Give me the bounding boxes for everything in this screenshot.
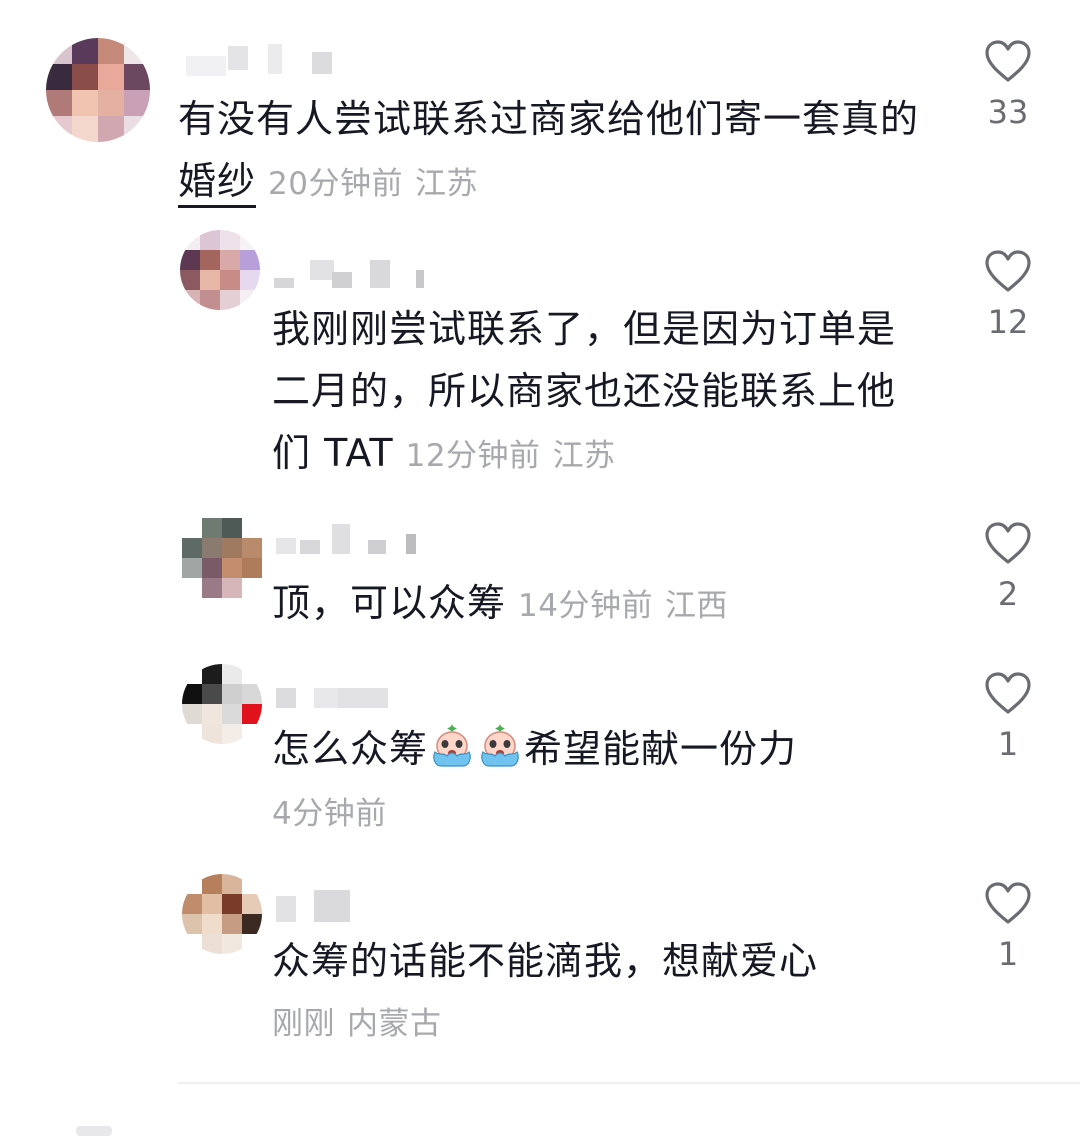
- username-redacted[interactable]: [272, 256, 442, 292]
- comment-time: 20分钟前: [268, 166, 403, 202]
- comment-text: 有没有人尝试联系过商家给他们寄一套真的 婚纱 20分钟前 江苏: [178, 88, 919, 215]
- comment-text-underlined-word: 婚纱: [178, 159, 257, 208]
- comment-time: 14分钟前: [518, 588, 653, 624]
- avatar[interactable]: [182, 664, 262, 744]
- avatar[interactable]: [46, 38, 150, 142]
- username-redacted[interactable]: [272, 680, 402, 716]
- comment-text-line: 众筹的话能不能滴我，想献爱心: [272, 939, 819, 983]
- avatar[interactable]: [182, 874, 262, 954]
- comment-text-line: 顶，可以众筹: [272, 581, 507, 625]
- next-comment-avatar: [76, 1126, 112, 1136]
- username-redacted[interactable]: [184, 42, 344, 78]
- like-count: 1: [997, 725, 1019, 763]
- comment-text-line: 二月的，所以商家也还没能联系上他: [272, 369, 897, 413]
- comment-time: 12分钟前: [405, 438, 541, 474]
- comment-location: 江西: [664, 588, 728, 624]
- avatar[interactable]: [180, 230, 260, 310]
- like-button[interactable]: 1: [968, 880, 1048, 974]
- avatar[interactable]: [182, 518, 262, 598]
- like-button[interactable]: 12: [968, 248, 1048, 342]
- like-count: 1: [997, 935, 1019, 973]
- like-button[interactable]: 33: [968, 38, 1048, 132]
- comment-text: 顶，可以众筹 14分钟前 江西: [272, 572, 728, 637]
- comment-location: 江苏: [552, 438, 616, 474]
- crying-face-emoji: [433, 724, 471, 767]
- username-redacted[interactable]: [272, 522, 432, 558]
- heart-icon: [985, 522, 1031, 564]
- like-count: 2: [997, 575, 1019, 613]
- heart-icon: [985, 250, 1031, 292]
- comment-text: 怎么众筹 希望能献一份力: [272, 718, 797, 780]
- comment-text-line: 希望能献一份力: [524, 727, 798, 771]
- heart-icon: [985, 672, 1031, 714]
- like-button[interactable]: 2: [968, 520, 1048, 614]
- comment-text-line: 怎么众筹: [272, 727, 429, 771]
- like-count: 33: [987, 93, 1029, 131]
- comment-text-line: 我刚刚尝试联系了，但是因为订单是: [272, 307, 897, 351]
- comment-location: 内蒙古: [347, 1006, 442, 1042]
- divider: [178, 1082, 1080, 1084]
- comment-text-line: 有没有人尝试联系过商家给他们寄一套真的: [178, 97, 920, 141]
- comment-text: 众筹的话能不能滴我，想献爱心: [272, 930, 818, 992]
- username-redacted[interactable]: [272, 890, 372, 926]
- comment-time: 刚刚: [272, 1006, 335, 1042]
- comment-meta: 刚刚 内蒙古: [272, 1004, 442, 1044]
- comment-text: 我刚刚尝试联系了，但是因为订单是 二月的，所以商家也还没能联系上他 们 TAT 1…: [272, 298, 896, 487]
- heart-icon: [985, 882, 1031, 924]
- comment-location: 江苏: [414, 166, 478, 202]
- like-button[interactable]: 1: [968, 670, 1048, 764]
- heart-icon: [985, 40, 1031, 82]
- comment-text-line: 们 TAT: [272, 431, 394, 475]
- like-count: 12: [987, 303, 1029, 341]
- comment-time: 4分钟前: [272, 796, 387, 832]
- crying-face-emoji: [481, 724, 519, 767]
